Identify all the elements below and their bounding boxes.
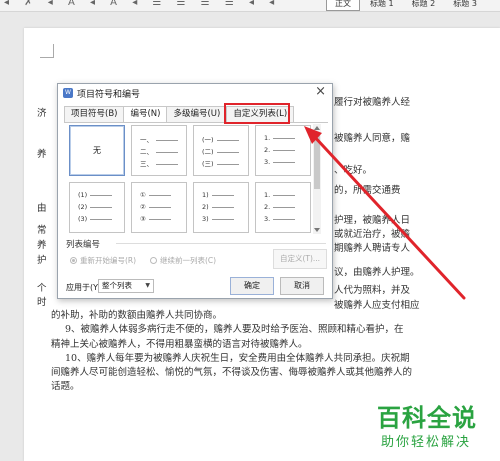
list-marker: 2) <box>202 203 209 211</box>
doc-line: 养 <box>37 149 47 160</box>
doc-line: 常 <box>37 225 47 236</box>
list-marker: 2. <box>264 203 271 211</box>
list-marker: (3) <box>78 215 88 223</box>
doc-line: 人代为照料，并及 <box>334 285 411 296</box>
doc-line: 议，由赡养人护理。 <box>334 267 420 278</box>
style-gallery: 正文 标题 1 标题 2 标题 3 <box>326 0 485 11</box>
numbering-option[interactable]: 1. 2. 3. <box>255 182 311 233</box>
doc-line: 时 <box>37 297 47 308</box>
list-marker: 1. <box>264 134 271 142</box>
doc-line: 履行对被赡养人经 <box>334 97 411 108</box>
doc-line: 护 <box>37 255 47 266</box>
list-marker: (三) <box>202 160 214 168</box>
numbering-option[interactable]: (1) (2) (3) <box>69 182 125 233</box>
tab-bullets[interactable]: 项目符号(B) <box>64 106 125 122</box>
doc-line: 个 <box>37 283 47 294</box>
list-marker: ② <box>140 203 146 211</box>
gallery-scrollbar[interactable] <box>312 124 322 234</box>
list-marker: 1) <box>202 191 209 199</box>
list-marker: (1) <box>78 191 88 199</box>
dialog-title: 项目符号和编号 <box>77 90 141 100</box>
list-marker: 2. <box>264 146 271 154</box>
format-icons[interactable]: ◂ ✗ ◂ A ◂ A ◂ ☰ ☰ ☰ ☰ ◂ ◂ <box>4 0 280 8</box>
close-icon[interactable]: × <box>315 84 326 99</box>
doc-line: 由 <box>37 203 47 214</box>
style-heading-3[interactable]: 标题 3 <box>445 0 485 11</box>
list-marker: 二、 <box>140 148 153 156</box>
continue-list-label: 继续前一列表(C) <box>160 256 217 265</box>
toolbar: ◂ ✗ ◂ A ◂ A ◂ ☰ ☰ ☰ ☰ ◂ ◂ 正文 标题 1 标题 2 标… <box>0 0 500 12</box>
list-marker: (2) <box>78 203 88 211</box>
doc-line: 济 <box>37 108 47 119</box>
doc-line: 、吃好。 <box>334 165 373 176</box>
doc-line: 养 <box>37 240 47 251</box>
list-number-label: 列表编号 <box>66 240 101 250</box>
doc-line: 的，所需交通费 <box>334 185 401 196</box>
none-label: 无 <box>93 146 101 155</box>
list-marker: 1. <box>264 191 271 199</box>
margin-corner-mark <box>40 44 54 58</box>
restart-numbering-radio[interactable]: 重新开始编号(R) <box>70 255 136 266</box>
doc-line: 9、被赡养人体弱多病行走不便的，赡养人要及时给予医治、照顾和精心看护，在 <box>65 324 404 335</box>
doc-line: 间赡养人尽可能创造轻松、愉悦的气氛，不得谈及伤害、侮辱被赡养人或其他赡养人的 <box>51 367 413 378</box>
doc-line: 精神上关心被赡养人，不得用粗暴蛮横的语言对待被赡养人。 <box>51 339 308 350</box>
bullets-numbering-dialog: W 项目符号和编号 × 项目符号(B) 编号(N) 多级编号(U) 自定义列表(… <box>57 83 333 299</box>
dialog-title-bar[interactable]: W 项目符号和编号 × <box>58 84 332 102</box>
radio-dot <box>70 257 77 264</box>
list-marker: (二) <box>202 148 214 156</box>
doc-line: 被赡养人应支付相应 <box>334 300 420 311</box>
doc-line: 期赡养人聘请专人 <box>334 243 411 254</box>
radio-dot <box>150 257 157 264</box>
numbering-option[interactable]: (一) (二) (三) <box>193 125 249 176</box>
doc-line: 10、赡养人每年要为被赡养人庆祝生日，安全费用由全体赡养人共同承担。庆祝期 <box>65 353 410 364</box>
wps-app-icon: W <box>63 88 73 98</box>
apply-to-select[interactable]: 整个列表 ▼ <box>98 279 154 293</box>
list-marker: 3) <box>202 215 209 223</box>
watermark-subtitle: 助你轻松解决 <box>381 435 472 450</box>
tab-multilevel[interactable]: 多级编号(U) <box>166 106 228 122</box>
highlight-box <box>224 103 290 124</box>
customize-button[interactable]: 自定义(T)... <box>273 249 327 269</box>
list-marker: 一、 <box>140 136 153 144</box>
restart-numbering-label: 重新开始编号(R) <box>80 256 137 265</box>
numbering-option[interactable]: 1) 2) 3) <box>193 182 249 233</box>
doc-line: 或就近治疗，被赡 <box>334 229 411 240</box>
style-normal[interactable]: 正文 <box>326 0 360 11</box>
style-heading-2[interactable]: 标题 2 <box>404 0 444 11</box>
ok-button[interactable]: 确定 <box>230 277 274 295</box>
list-marker: ① <box>140 191 146 199</box>
cancel-button[interactable]: 取消 <box>280 277 324 295</box>
doc-line: 话题。 <box>51 381 80 392</box>
numbering-option[interactable]: 一、 二、 三、 <box>131 125 187 176</box>
list-marker: 3. <box>264 158 271 166</box>
tab-numbering[interactable]: 编号(N) <box>123 106 168 123</box>
group-divider <box>116 243 326 244</box>
continue-list-radio[interactable]: 继续前一列表(C) <box>150 255 216 266</box>
doc-line: 被赡养人同意，赡 <box>334 133 411 144</box>
numbering-option-none[interactable]: 无 <box>69 125 125 176</box>
watermark-title: 百科全说 <box>377 404 477 432</box>
list-marker: 三、 <box>140 160 153 168</box>
list-marker: ③ <box>140 215 146 223</box>
chevron-down-icon: ▼ <box>145 282 150 289</box>
numbering-option[interactable]: ① ② ③ <box>131 182 187 233</box>
list-marker: 3. <box>264 215 271 223</box>
list-marker: (一) <box>202 136 214 144</box>
apply-to-value: 整个列表 <box>102 281 132 290</box>
numbering-option[interactable]: 1. 2. 3. <box>255 125 311 176</box>
doc-line: 的补助，补助的数额由赡养人共同协商。 <box>51 310 223 321</box>
style-heading-1[interactable]: 标题 1 <box>362 0 402 11</box>
doc-line: 护理，被赡养人日 <box>334 215 411 226</box>
